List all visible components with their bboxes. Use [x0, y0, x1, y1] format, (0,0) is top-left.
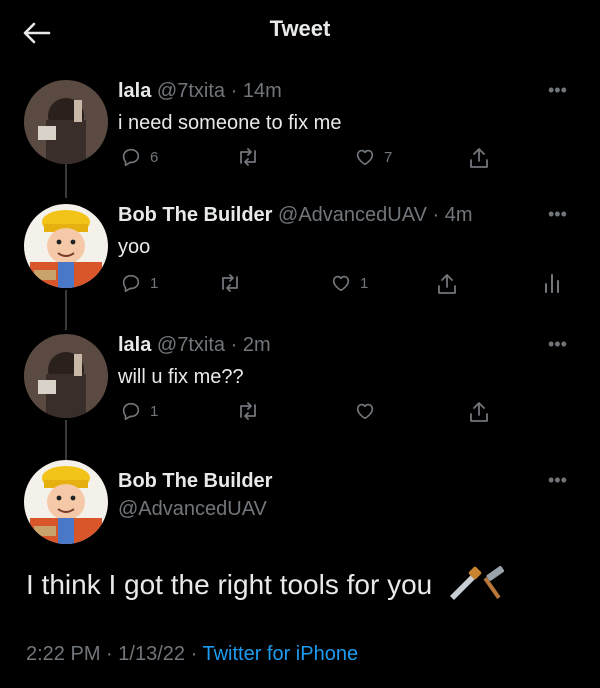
handle[interactable]: @AdvancedUAV	[278, 204, 427, 226]
separator: ·	[230, 80, 238, 102]
like-button[interactable]: 7	[354, 146, 392, 168]
analytics-button[interactable]	[542, 272, 562, 294]
share-icon	[470, 148, 488, 168]
reply-icon	[122, 274, 140, 293]
avatar[interactable]	[24, 80, 108, 164]
separator: ·	[432, 204, 440, 226]
handle[interactable]: @7txita	[157, 334, 225, 356]
tweet-meta: Bob The Builder @AdvancedUAV · 4m	[118, 204, 473, 227]
timestamp[interactable]: 14m	[243, 80, 282, 102]
reply-count: 6	[150, 148, 159, 166]
like-count: 7	[384, 148, 393, 166]
tweet[interactable]: lala @7txita · 2m ••• will u fix me?? 1	[0, 330, 600, 430]
heart-icon	[332, 275, 350, 292]
separator: ·	[230, 334, 238, 356]
tweet-text: i need someone to fix me	[118, 112, 342, 134]
share-icon	[438, 274, 456, 294]
avatar[interactable]	[24, 204, 108, 288]
more-icon[interactable]: •••	[548, 80, 567, 101]
like-button[interactable]: 1	[330, 272, 368, 294]
saw-hammer-emoji	[446, 565, 510, 607]
analytics-icon	[545, 274, 559, 293]
like-button[interactable]	[354, 400, 384, 422]
retweet-icon	[222, 274, 238, 292]
handle[interactable]: @AdvancedUAV	[118, 498, 267, 521]
handle-text: @AdvancedUAV	[118, 498, 267, 520]
reply-icon	[122, 402, 140, 421]
like-count: 1	[360, 274, 369, 292]
tweet-footer: 2:22 PM · 1/13/22 · Twitter for iPhone	[26, 643, 358, 666]
top-bar: Tweet	[0, 0, 600, 62]
retweet-icon	[240, 402, 256, 420]
heart-icon	[356, 403, 374, 420]
tweet-source-link[interactable]: Twitter for iPhone	[202, 643, 358, 665]
reply-count: 1	[150, 274, 159, 292]
display-name[interactable]: Bob The Builder	[118, 470, 272, 493]
more-icon[interactable]: •••	[548, 470, 567, 491]
tweet-text: yoo	[118, 236, 151, 258]
tweet-meta: lala @7txita · 14m	[118, 80, 282, 103]
retweet-button[interactable]	[236, 146, 260, 168]
tweet-actions: 1 1	[118, 272, 598, 300]
tweet[interactable]: lala @7txita · 14m ••• i need someone to…	[0, 76, 600, 176]
page-title: Tweet	[269, 16, 331, 41]
share-icon	[470, 402, 488, 422]
reply-button[interactable]: 1	[120, 400, 158, 422]
share-button[interactable]	[468, 146, 490, 170]
main-tweet-text: I think I got the right tools for you	[26, 565, 510, 607]
reply-button[interactable]: 1	[120, 272, 158, 294]
retweet-button[interactable]	[236, 400, 260, 422]
main-tweet-body: I think I got the right tools for you	[26, 568, 433, 600]
tweet-meta: lala @7txita · 2m	[118, 334, 271, 357]
share-button[interactable]	[468, 400, 490, 424]
handle[interactable]: @7txita	[157, 80, 225, 102]
reply-icon	[122, 148, 140, 167]
retweet-icon	[240, 148, 256, 166]
tweet[interactable]: Bob The Builder @AdvancedUAV · 4m ••• yo…	[0, 200, 600, 300]
avatar[interactable]	[24, 460, 108, 544]
display-name-text: Bob The Builder	[118, 470, 273, 492]
tweet-actions: 6 7	[118, 146, 598, 174]
share-button[interactable]	[436, 272, 458, 296]
more-icon[interactable]: •••	[548, 204, 567, 225]
avatar[interactable]	[24, 334, 108, 418]
display-name[interactable]: Bob The Builder	[118, 204, 272, 226]
tweet-date: 1/13/22	[118, 643, 186, 665]
main-tweet: Bob The Builder @AdvancedUAV •••	[0, 456, 600, 556]
reply-button[interactable]: 6	[120, 146, 158, 168]
more-icon[interactable]: •••	[548, 334, 567, 355]
tweet-time: 2:22 PM	[26, 643, 101, 665]
timestamp[interactable]: 4m	[445, 204, 473, 226]
reply-count: 1	[150, 402, 159, 420]
heart-icon	[356, 149, 374, 166]
tweet-actions: 1	[118, 400, 598, 428]
retweet-button[interactable]	[218, 272, 242, 294]
display-name[interactable]: lala	[118, 80, 151, 102]
display-name[interactable]: lala	[118, 334, 151, 356]
timestamp[interactable]: 2m	[243, 334, 271, 356]
separator: ·	[190, 643, 198, 665]
separator: ·	[106, 643, 113, 665]
tweet-text: will u fix me??	[118, 366, 244, 388]
